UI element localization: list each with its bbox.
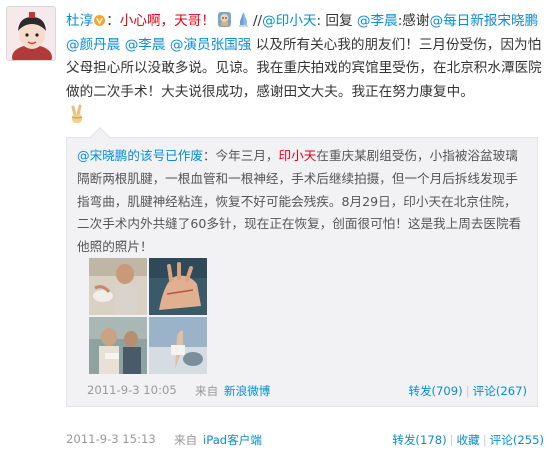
favorite-link[interactable]: 收藏 bbox=[457, 433, 480, 447]
mention-lichen[interactable]: @李晨 bbox=[357, 13, 398, 29]
repost-timestamp[interactable]: 2011-9-3 10:05 bbox=[87, 383, 177, 397]
repost-source-link[interactable]: 新浪微博 bbox=[224, 383, 270, 399]
face-emoji-icon bbox=[217, 12, 231, 27]
photo-thumbnail[interactable] bbox=[89, 317, 147, 374]
post-source-label: 来自 bbox=[174, 433, 198, 447]
photo-thumbnail[interactable] bbox=[149, 258, 207, 315]
mention-yandan[interactable]: @颜丹晨 bbox=[66, 37, 120, 53]
author-name[interactable]: 杜淳 bbox=[66, 13, 93, 29]
photo-thumbnail[interactable] bbox=[149, 317, 207, 374]
comment-link[interactable]: 评论(255) bbox=[490, 433, 544, 447]
post-content: 杜淳 ：小心啊，天哥！//@印小天: 回复 @李晨:感谢@每日新报宋晓鹏 @颜丹晨… bbox=[66, 12, 542, 100]
post-footer: 2011-9-3 15:13 来自 iPad客户端 转发(178) | 收藏 | 评论(… bbox=[66, 432, 544, 450]
repost-arrow bbox=[90, 127, 110, 147]
repost-source-label: 来自 bbox=[195, 384, 219, 398]
post-source-link[interactable]: iPad客户端 bbox=[203, 432, 262, 448]
separator: | bbox=[465, 384, 470, 398]
photo-thumbnail[interactable] bbox=[89, 258, 147, 315]
repost-forward-link[interactable]: 转发(709) bbox=[408, 384, 462, 398]
highlight-text: 小心啊，天哥！ bbox=[119, 13, 215, 29]
repost-box: @宋晓鹏的该号已作废：今年三月，印小天在重庆某剧组受伤，小指被浴盆玻璃隔断两根肌… bbox=[66, 127, 538, 407]
repost-footer: 2011-9-3 10:05 来自 新浪微博 转发(709) | 评论(267) bbox=[87, 383, 527, 401]
post-timestamp[interactable]: 2011-9-3 15:13 bbox=[66, 432, 156, 446]
pray-hands-icon bbox=[238, 12, 248, 27]
repost-author[interactable]: @宋晓鹏的该号已作废 bbox=[77, 148, 203, 163]
separator: | bbox=[482, 433, 487, 447]
repost-comment-link[interactable]: 评论(267) bbox=[473, 384, 527, 398]
victory-hand-icon bbox=[71, 104, 83, 123]
mention-zhang[interactable]: @演员张国强 bbox=[170, 37, 252, 53]
mention-lichen-2[interactable]: @李晨 bbox=[125, 37, 166, 53]
forward-link[interactable]: 转发(178) bbox=[392, 433, 446, 447]
repost-actions: 转发(709) | 评论(267) bbox=[408, 383, 527, 399]
v-badge-icon bbox=[94, 15, 106, 26]
mention-meiri[interactable]: @每日新报宋晓鹏 bbox=[429, 13, 538, 29]
separator: | bbox=[449, 433, 454, 447]
photo-grid bbox=[89, 258, 209, 374]
mention-xiaotian[interactable]: @印小天 bbox=[262, 13, 316, 29]
repost-content: @宋晓鹏的该号已作废：今年三月，印小天在重庆某剧组受伤，小指被浴盆玻璃隔断两根肌… bbox=[77, 148, 522, 255]
repost-highlight-name: 印小天 bbox=[278, 148, 317, 163]
post-actions: 转发(178) | 收藏 | 评论(255) bbox=[392, 432, 544, 448]
avatar[interactable] bbox=[6, 6, 56, 61]
weibo-post-card: 杜淳 ：小心啊，天哥！//@印小天: 回复 @李晨:感谢@每日新报宋晓鹏 @颜丹晨… bbox=[0, 0, 550, 456]
